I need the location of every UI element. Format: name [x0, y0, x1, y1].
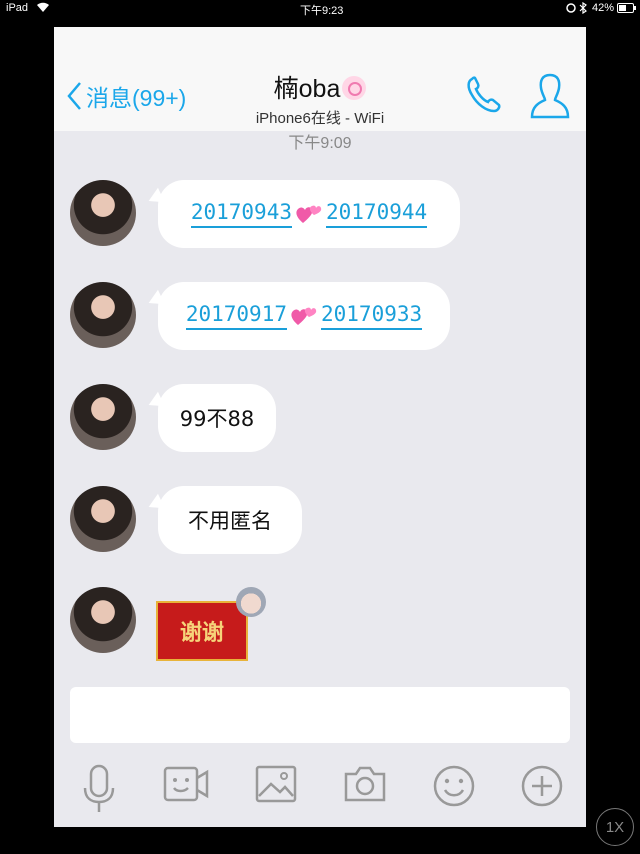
- contact-profile-button[interactable]: [528, 71, 572, 126]
- zoom-toggle-button[interactable]: 1X: [596, 808, 634, 846]
- wifi-icon: [36, 1, 50, 16]
- device-label: iPad: [6, 2, 29, 14]
- message-timestamp: 下午9:09: [288, 135, 352, 152]
- microphone-button[interactable]: [76, 764, 122, 812]
- chat-screen: 消息(99+) 楠oba iPhone6在线 - WiFi 下午9:09 201…: [54, 27, 586, 827]
- contact-status: iPhone6在线 - WiFi: [255, 110, 385, 127]
- person-icon: [530, 73, 570, 119]
- microphone-icon: [83, 764, 115, 812]
- video-icon: [163, 766, 209, 802]
- avatar[interactable]: [70, 384, 136, 450]
- camera-icon: [344, 766, 386, 802]
- sticker-card: 谢谢: [156, 601, 248, 661]
- avatar[interactable]: [70, 486, 136, 552]
- input-toolbar: [54, 752, 586, 827]
- battery-percent: 42%: [592, 2, 615, 14]
- phone-call-button[interactable]: [464, 73, 504, 122]
- image-icon: [255, 765, 297, 803]
- status-time: 下午9:23: [300, 5, 344, 17]
- message-text: 99不88: [179, 407, 255, 431]
- image-button[interactable]: [254, 764, 300, 810]
- alarm-icon: [566, 3, 576, 16]
- battery-icon: [617, 3, 637, 16]
- link-number[interactable]: 20170933: [321, 302, 423, 330]
- phone-icon: [467, 76, 501, 113]
- link-number[interactable]: 20170943: [190, 200, 292, 228]
- message-bubble[interactable]: 20170943 20170944: [158, 180, 460, 248]
- message-bubble[interactable]: 不用匿名: [158, 486, 302, 554]
- chat-header: 消息(99+) 楠oba iPhone6在线 - WiFi: [54, 27, 586, 131]
- avatar[interactable]: [70, 180, 136, 246]
- avatar[interactable]: [70, 282, 136, 348]
- plus-button[interactable]: [520, 764, 566, 810]
- thanks-sticker[interactable]: 谢谢: [156, 587, 270, 661]
- plus-icon: [521, 765, 563, 807]
- link-number[interactable]: 20170917: [185, 302, 287, 330]
- avatar[interactable]: [70, 587, 136, 653]
- emoji-icon: [433, 765, 475, 807]
- bluetooth-icon: [579, 1, 587, 17]
- sticker-face: [236, 587, 266, 617]
- chat-title: 楠oba: [54, 69, 586, 105]
- message-text: 不用匿名: [188, 509, 272, 533]
- emoji-button[interactable]: [432, 764, 478, 810]
- contact-name: 楠oba: [273, 75, 341, 103]
- video-button[interactable]: [162, 764, 209, 810]
- candy-icon: [342, 76, 367, 100]
- camera-button[interactable]: [342, 764, 388, 810]
- link-number[interactable]: 20170944: [326, 200, 428, 228]
- two-hearts-icon: [291, 307, 317, 325]
- status-bar: iPad 下午9:23 42%: [0, 0, 640, 18]
- message-bubble[interactable]: 99不88: [158, 384, 276, 452]
- message-input[interactable]: [70, 687, 570, 743]
- two-hearts-icon: [296, 205, 322, 223]
- message-bubble[interactable]: 20170917 20170933: [158, 282, 450, 350]
